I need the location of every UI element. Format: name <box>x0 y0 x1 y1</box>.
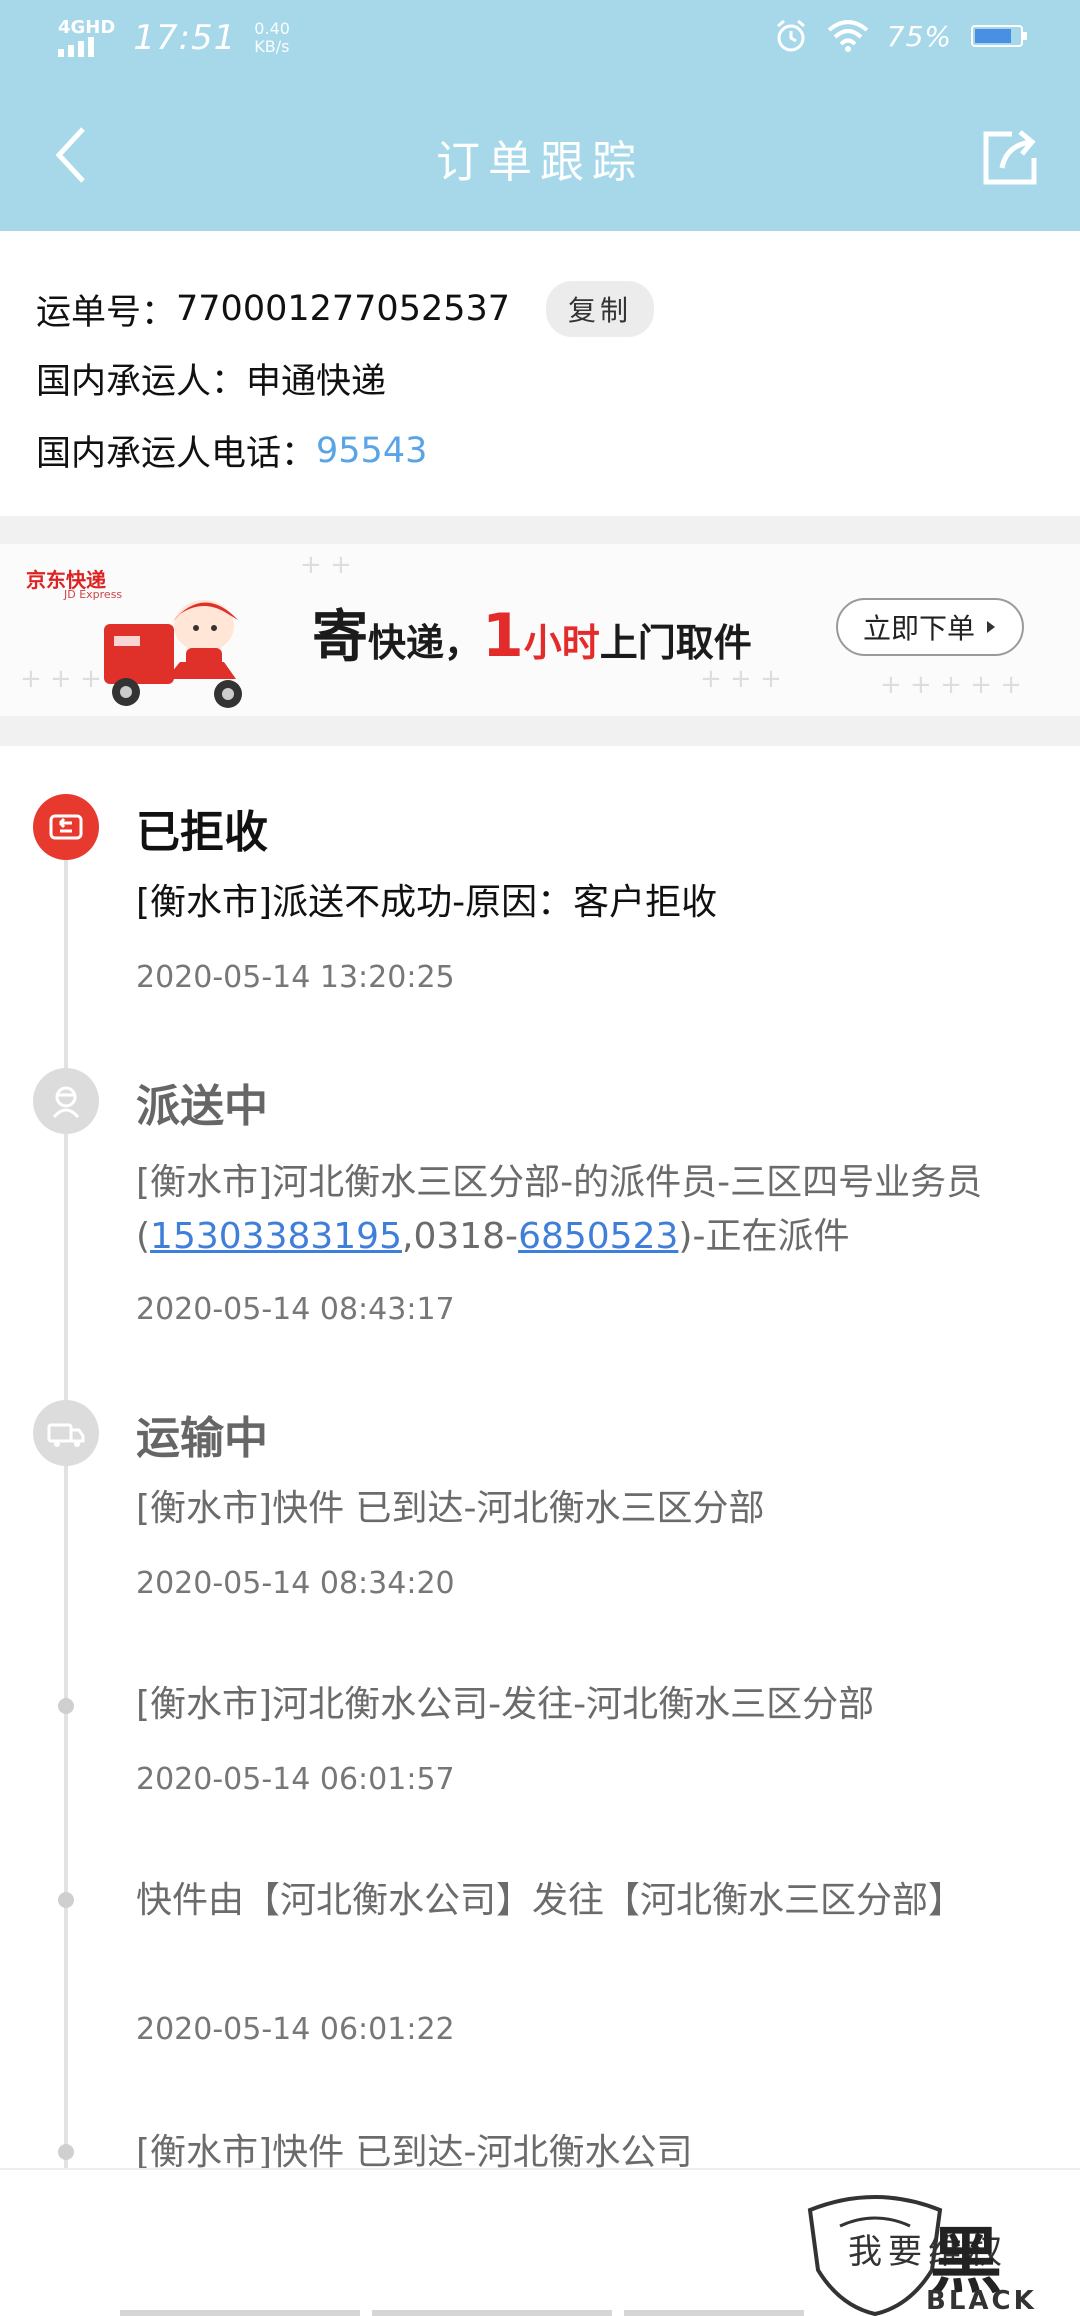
event-time: 2020-05-14 08:34:20 <box>136 1566 455 1601</box>
event-description: [衡水市]快件 已到达-河北衡水公司 <box>136 2132 693 2168</box>
event-description: [衡水市]派送不成功-原因：客户拒收 <box>136 882 718 923</box>
status-bar: 4GHD 17:51 0.40 KB/s 75% <box>0 0 1080 80</box>
battery-icon <box>971 25 1027 47</box>
courier-phone-link[interactable]: 15303383195 <box>150 1216 402 1257</box>
battery-percent: 75% <box>886 19 952 53</box>
event-description: [衡水市]河北衡水公司-发往-河北衡水三区分部 <box>136 1684 875 1725</box>
carrier-name: 申通快递 <box>246 362 387 402</box>
wifi-icon <box>827 20 869 52</box>
signal-group: 4GHD <box>58 19 115 57</box>
app-header: 4GHD 17:51 0.40 KB/s 75% 订单跟踪 <box>0 0 1080 231</box>
waybill-info: 运单号： 770001277052537 复制 国内承运人： 申通快递 国内承运… <box>0 231 1080 516</box>
share-icon <box>983 130 1037 185</box>
truck-status-icon <box>33 1400 99 1466</box>
network-type: 4GHD <box>58 17 116 38</box>
event-time: 2020-05-14 08:43:17 <box>136 1292 455 1327</box>
carrier-row: 国内承运人： 申通快递 <box>36 353 386 404</box>
carrier-label: 国内承运人： <box>36 362 247 402</box>
event-description: [衡水市]河北衡水三区分部-的派件员-三区四号业务员(15303383195,0… <box>136 1162 983 1257</box>
share-button[interactable] <box>970 116 1050 196</box>
black-cat-watermark: 我要维权 黑猫 BLACK CAT <box>800 2190 1070 2316</box>
section-divider <box>0 516 1080 544</box>
timeline-dot <box>58 1698 74 1714</box>
order-now-button[interactable]: 立即下单 <box>836 598 1024 656</box>
nav-bar: 订单跟踪 <box>0 100 1080 220</box>
copy-button[interactable]: 复制 <box>546 281 655 337</box>
banner-slogan: 寄 快递， 1 小时 上门取件 <box>312 601 752 671</box>
event-time: 2020-05-14 06:01:57 <box>136 1762 455 1797</box>
timeline-line <box>64 826 68 2168</box>
clock: 17:51 <box>133 18 237 58</box>
carrier-phone-row: 国内承运人电话： 95543 <box>36 425 427 476</box>
jd-express-banner[interactable]: + + + + + + + + + + + + + 京东快递 JD Expres… <box>0 544 1080 716</box>
carrier-phone-link[interactable]: 95543 <box>316 431 427 471</box>
section-divider <box>0 716 1080 746</box>
event-time: 2020-05-14 06:01:22 <box>136 2012 455 2047</box>
waybill-number-row: 运单号： 770001277052537 复制 <box>36 281 655 337</box>
page-title: 订单跟踪 <box>436 137 644 188</box>
event-status: 派送中 <box>136 1081 268 1132</box>
timeline-dot <box>58 2144 74 2160</box>
triangle-right-icon <box>987 621 995 633</box>
alarm-icon <box>776 19 805 52</box>
event-status: 运输中 <box>136 1413 268 1464</box>
tracking-timeline: 已拒收 [衡水市]派送不成功-原因：客户拒收 2020-05-14 13:20:… <box>0 746 1080 2168</box>
event-description: 快件由【河北衡水公司】发往【河北衡水三区分部】 <box>136 1880 965 1921</box>
net-speed: 0.40 KB/s <box>254 19 290 56</box>
signal-icon <box>58 37 94 57</box>
courier-status-icon <box>33 1068 99 1134</box>
waybill-number-label: 运单号： <box>36 292 177 333</box>
office-phone-link[interactable]: 6850523 <box>518 1216 678 1257</box>
event-description: [衡水市]快件 已到达-河北衡水三区分部 <box>136 1488 765 1529</box>
waybill-number: 770001277052537 <box>176 289 511 329</box>
event-time: 2020-05-14 13:20:25 <box>136 960 455 995</box>
event-status: 已拒收 <box>136 807 268 858</box>
courier-illustration-icon <box>104 600 242 708</box>
carrier-phone-label: 国内承运人电话： <box>36 434 317 474</box>
timeline-dot <box>58 1892 74 1908</box>
rejected-status-icon <box>33 794 99 860</box>
